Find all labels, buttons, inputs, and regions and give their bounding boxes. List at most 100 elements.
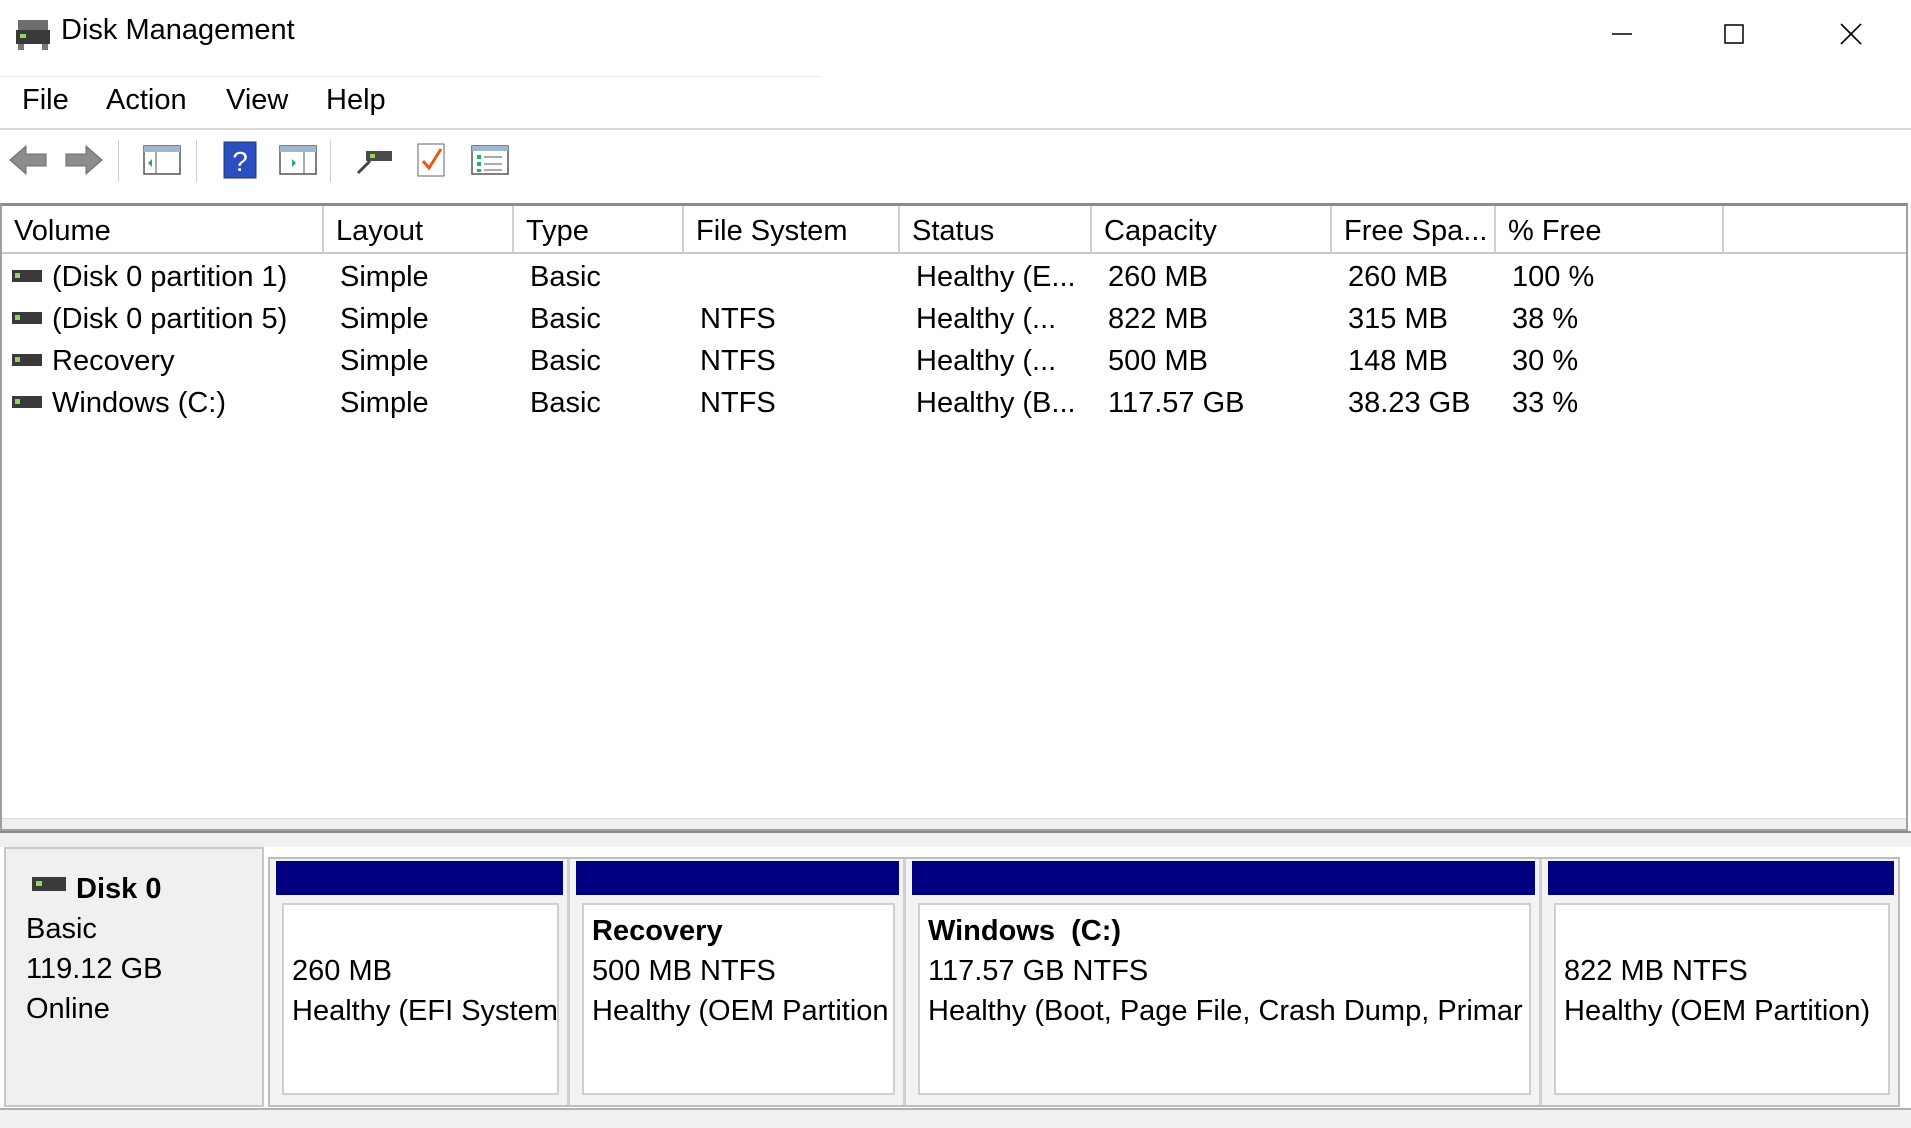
cell-status: Healthy (... <box>916 345 1057 377</box>
cell-file-system: NTFS <box>700 303 776 335</box>
connect-drive-icon <box>356 151 392 175</box>
menu-file[interactable]: File <box>18 84 73 117</box>
partition-status: Healthy (Boot, Page File, Crash Dump, Pr… <box>928 995 1523 1027</box>
cell-free-space: 38.23 GB <box>1348 387 1471 419</box>
back-button[interactable] <box>6 140 50 180</box>
forward-button[interactable] <box>62 140 106 180</box>
check-button[interactable] <box>410 140 454 180</box>
column-header-volume[interactable]: Volume <box>2 206 324 252</box>
volume-list: Volume Layout Type File System Status Ca… <box>0 203 1908 831</box>
partition-efi[interactable]: 260 MB Healthy (EFI System <box>270 859 570 1105</box>
connect-drive-button[interactable] <box>352 140 396 180</box>
maximize-icon <box>1724 24 1744 44</box>
cell-volume: (Disk 0 partition 5) <box>52 303 288 335</box>
column-header-file-system[interactable]: File System <box>684 206 900 252</box>
column-header-free-space[interactable]: Free Spa... <box>1332 206 1496 252</box>
show-action-pane-icon <box>279 145 317 175</box>
partition-status: Healthy (EFI System <box>292 995 558 1027</box>
close-icon <box>1840 23 1862 45</box>
partition-windows-c[interactable]: Windows (C:) 117.57 GB NTFS Healthy (Boo… <box>906 859 1542 1105</box>
close-button[interactable] <box>1795 0 1907 68</box>
toolbar-separator <box>196 140 197 182</box>
cell-type: Basic <box>530 303 601 335</box>
help-icon: ? <box>223 141 257 179</box>
maximize-button[interactable] <box>1678 0 1790 68</box>
partition-size: 260 MB <box>292 955 392 987</box>
cell-type: Basic <box>530 261 601 293</box>
svg-text:?: ? <box>232 146 248 177</box>
disk-management-icon <box>14 18 52 52</box>
title-bar: Disk Management <box>0 0 1911 68</box>
partition-body: Windows (C:) 117.57 GB NTFS Healthy (Boo… <box>918 903 1531 1095</box>
partition-body: Recovery 500 MB NTFS Healthy (OEM Partit… <box>582 903 895 1095</box>
toolbar-separator <box>118 140 119 182</box>
cell-capacity: 822 MB <box>1108 303 1208 335</box>
volume-icon <box>12 396 42 408</box>
show-hide-console-tree-button[interactable] <box>140 140 184 180</box>
cell-volume: (Disk 0 partition 1) <box>52 261 288 293</box>
table-row[interactable]: Recovery Simple Basic NTFS Healthy (... … <box>2 340 1902 382</box>
help-button[interactable]: ? <box>218 140 262 180</box>
cell-layout: Simple <box>340 387 429 419</box>
cell-percent-free: 33 % <box>1512 387 1579 419</box>
partition-bar: 260 MB Healthy (EFI System Recovery 500 … <box>268 857 1900 1107</box>
cell-file-system: NTFS <box>700 387 776 419</box>
cell-layout: Simple <box>340 345 429 377</box>
menu-view[interactable]: View <box>222 84 292 117</box>
volume-list-header: Volume Layout Type File System Status Ca… <box>2 206 1906 254</box>
properties-list-icon <box>471 145 509 175</box>
column-header-status[interactable]: Status <box>900 206 1092 252</box>
partition-status: Healthy (OEM Partition <box>592 995 889 1027</box>
menu-bar: File Action View Help <box>0 76 1911 128</box>
cell-percent-free: 100 % <box>1512 261 1595 293</box>
cell-free-space: 260 MB <box>1348 261 1448 293</box>
partition-title: Recovery <box>592 915 723 947</box>
cell-capacity: 117.57 GB <box>1108 387 1245 419</box>
menu-divider <box>0 76 820 77</box>
menu-help[interactable]: Help <box>322 84 390 117</box>
show-action-pane-button[interactable] <box>276 140 320 180</box>
column-header-type[interactable]: Type <box>514 206 684 252</box>
cell-status: Healthy (... <box>916 303 1057 335</box>
partition-oem[interactable]: 822 MB NTFS Healthy (OEM Partition) <box>1542 859 1898 1105</box>
column-header-layout[interactable]: Layout <box>324 206 514 252</box>
horizontal-scrollbar[interactable] <box>2 818 1906 829</box>
cell-layout: Simple <box>340 261 429 293</box>
toolbar-separator <box>330 140 331 182</box>
partition-header <box>912 861 1535 895</box>
menu-action[interactable]: Action <box>102 84 191 117</box>
column-header-capacity[interactable]: Capacity <box>1092 206 1332 252</box>
disk-type: Basic <box>26 913 97 945</box>
cell-capacity: 260 MB <box>1108 261 1208 293</box>
cell-free-space: 315 MB <box>1348 303 1448 335</box>
disk-label-panel[interactable]: Disk 0 Basic 119.12 GB Online <box>4 847 264 1107</box>
minimize-button[interactable] <box>1566 0 1678 68</box>
partition-header <box>276 861 563 895</box>
table-row[interactable]: (Disk 0 partition 1) Simple Basic Health… <box>2 256 1902 298</box>
partition-title: Windows (C:) <box>928 915 1122 947</box>
partition-recovery[interactable]: Recovery 500 MB NTFS Healthy (OEM Partit… <box>570 859 906 1105</box>
partition-size: 500 MB NTFS <box>592 955 776 987</box>
check-icon <box>417 143 445 177</box>
cell-free-space: 148 MB <box>1348 345 1448 377</box>
cell-layout: Simple <box>340 303 429 335</box>
table-row[interactable]: (Disk 0 partition 5) Simple Basic NTFS H… <box>2 298 1902 340</box>
column-header-percent-free[interactable]: % Free <box>1496 206 1724 252</box>
pane-splitter[interactable] <box>0 831 1911 847</box>
cell-percent-free: 38 % <box>1512 303 1579 335</box>
cell-percent-free: 30 % <box>1512 345 1579 377</box>
volume-icon <box>12 354 42 366</box>
partition-body: 822 MB NTFS Healthy (OEM Partition) <box>1554 903 1890 1095</box>
properties-list-button[interactable] <box>468 140 512 180</box>
table-row[interactable]: Windows (C:) Simple Basic NTFS Healthy (… <box>2 382 1902 424</box>
cell-volume: Windows (C:) <box>52 387 227 419</box>
back-arrow-icon <box>9 144 47 176</box>
cell-type: Basic <box>530 387 601 419</box>
forward-arrow-icon <box>65 144 103 176</box>
disk-icon <box>32 877 66 891</box>
partition-header <box>1548 861 1894 895</box>
cell-volume: Recovery <box>52 345 175 377</box>
cell-status: Healthy (B... <box>916 387 1076 419</box>
cell-type: Basic <box>530 345 601 377</box>
volume-icon <box>12 312 42 324</box>
